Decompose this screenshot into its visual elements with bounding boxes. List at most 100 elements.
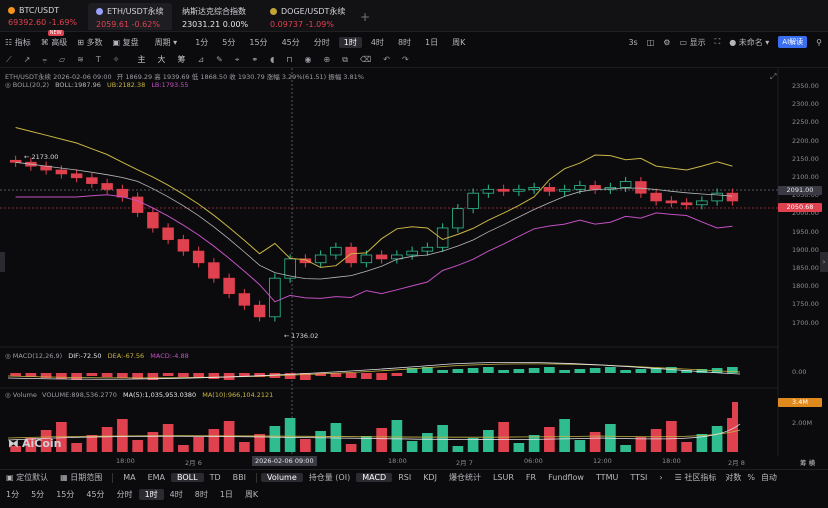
ai-button[interactable]: AI解读: [778, 36, 808, 48]
tab-btc[interactable]: BTC/USDT 69392.60 -1.69%: [0, 3, 85, 30]
interval-1w[interactable]: 周K: [447, 37, 470, 48]
interval-45m[interactable]: 45分: [277, 37, 305, 48]
bottom-interval-4h[interactable]: 4时: [164, 489, 189, 500]
community-indicator-button[interactable]: ☰ 社区指标: [669, 472, 723, 483]
date-range-button[interactable]: ▦ 日期范围: [54, 472, 108, 483]
bottom-interval-1w[interactable]: 周K: [239, 489, 264, 500]
axis-settings[interactable]: 筹 横: [800, 457, 815, 467]
bottom-interval-15m[interactable]: 15分: [50, 489, 80, 500]
indicator-ema[interactable]: EMA: [142, 473, 171, 482]
text-tool-icon[interactable]: T: [90, 55, 107, 64]
bottom-interval-8h[interactable]: 8时: [189, 489, 214, 500]
macd-bar: [605, 367, 616, 373]
interval-8h[interactable]: 8时: [393, 37, 416, 48]
log-button[interactable]: 对数: [722, 472, 744, 483]
macd-bar: [528, 368, 540, 373]
camera-icon[interactable]: ◫: [647, 38, 655, 47]
sub-liquidation[interactable]: 爆仓统计: [443, 472, 487, 483]
aicoin-logo: ⧓ AiCoin: [8, 437, 62, 450]
bottom-interval-1h[interactable]: 1时: [138, 488, 164, 500]
big-tool[interactable]: 大: [151, 54, 171, 65]
sub-fr[interactable]: FR: [520, 473, 542, 482]
add-tab-button[interactable]: +: [360, 10, 370, 24]
auto-button[interactable]: 自动: [758, 472, 780, 483]
user-menu[interactable]: ● 未命名 ▾: [729, 37, 769, 48]
interval-1m[interactable]: 1分: [190, 37, 213, 48]
line-tool-icon[interactable]: ⟋: [0, 55, 18, 65]
tab-doge[interactable]: DOGE/USDT永续 0.09737 -1.09%: [262, 3, 353, 30]
main-tool[interactable]: 主: [131, 54, 151, 65]
macd-value: MACD:-4.88: [150, 352, 189, 360]
more-arrow-icon[interactable]: ›: [653, 473, 668, 482]
left-scroll-handle[interactable]: [0, 252, 5, 272]
sub-ttsi[interactable]: TTSI: [624, 473, 653, 482]
review-button[interactable]: ▣ 复盘: [108, 37, 144, 48]
magnet-icon[interactable]: ◖: [264, 55, 280, 64]
price-axis-label: 2350.00: [792, 82, 819, 90]
sub-volume[interactable]: Volume: [260, 473, 303, 482]
locate-default-button[interactable]: ▣ 定位默认: [0, 472, 54, 483]
sub-rsi[interactable]: RSI: [392, 473, 417, 482]
indicator-label: 指标: [14, 37, 31, 47]
tab-nasdaq[interactable]: 纳斯达克综合指数 23031.21 0.00%: [174, 3, 256, 30]
lock-icon[interactable]: ⊓: [280, 55, 298, 64]
pattern-tool-icon[interactable]: ✧: [107, 55, 126, 64]
bottom-interval-1d[interactable]: 1日: [214, 489, 239, 500]
fullscreen-icon[interactable]: ⛶: [715, 37, 721, 47]
collapse-icon[interactable]: ⤢: [770, 72, 776, 82]
copy-icon[interactable]: ⧉: [336, 55, 354, 65]
ray-tool-icon[interactable]: ↗: [18, 55, 37, 64]
sub-ttmu[interactable]: TTMU: [590, 473, 624, 482]
redo-icon[interactable]: ↷: [396, 55, 415, 64]
period-button[interactable]: 周期 ▾: [150, 37, 183, 48]
display-button[interactable]: ▭ 显示: [679, 37, 705, 48]
indicator-td[interactable]: TD: [204, 473, 227, 482]
indicator-bbi[interactable]: BBI: [227, 473, 252, 482]
interval-15m[interactable]: 15分: [244, 37, 272, 48]
channel-tool-icon[interactable]: ▱: [53, 55, 71, 64]
brush-icon[interactable]: ✎: [210, 55, 229, 64]
countdown-label[interactable]: 3s: [628, 38, 637, 47]
percent-button[interactable]: %: [744, 473, 758, 482]
link-icon[interactable]: ⚭: [245, 55, 264, 64]
settings-icon[interactable]: ⚙: [663, 38, 670, 47]
measure-icon[interactable]: ⊿: [191, 55, 210, 64]
hline-tool-icon[interactable]: ⩦: [36, 55, 53, 65]
ticker-change: 0.00%: [222, 20, 249, 29]
sub-lsur[interactable]: LSUR: [487, 473, 520, 482]
volume-visibility-icon[interactable]: ◎: [5, 391, 13, 399]
tab-eth[interactable]: ETH/USDT永续 2059.61 -0.62%: [88, 3, 172, 30]
undo-icon[interactable]: ↶: [377, 55, 396, 64]
bottom-interval-line[interactable]: 分时: [111, 489, 139, 500]
fib-tool-icon[interactable]: ≋: [71, 55, 90, 64]
target-icon[interactable]: ⊕: [318, 55, 337, 64]
indicator-ma[interactable]: MA: [117, 473, 141, 482]
interval-1d[interactable]: 1日: [420, 37, 443, 48]
interval-1h[interactable]: 1时: [338, 36, 362, 48]
interval-line[interactable]: 分时: [309, 37, 335, 48]
advanced-button[interactable]: NEW ⌘ 高级: [36, 29, 73, 48]
candlestick-chart[interactable]: [0, 0, 828, 456]
indicator-bar: ▣ 定位默认 ▦ 日期范围 MA EMA BOLL TD BBI Volume …: [0, 469, 828, 485]
macd-visibility-icon[interactable]: ◎: [5, 352, 13, 360]
chip-tool[interactable]: 筹: [171, 54, 191, 65]
indicator-boll[interactable]: BOLL: [171, 473, 204, 482]
bottom-interval-5m[interactable]: 5分: [25, 489, 50, 500]
sub-oi[interactable]: 持仓量 (OI): [303, 472, 356, 483]
volume-bar: [376, 428, 387, 452]
sub-kdj[interactable]: KDJ: [417, 473, 443, 482]
trash-icon[interactable]: ⌫: [354, 55, 377, 64]
sub-macd[interactable]: MACD: [356, 473, 393, 482]
bottom-interval-1m[interactable]: 1分: [0, 489, 25, 500]
interval-5m[interactable]: 5分: [217, 37, 240, 48]
indicator-button[interactable]: ☷ 指标: [0, 37, 36, 48]
boll-visibility-icon[interactable]: ◎: [5, 81, 13, 89]
sub-fundflow[interactable]: Fundflow: [542, 473, 590, 482]
more-icon[interactable]: ⚲: [816, 38, 822, 47]
multi-button[interactable]: ⊞ 多数: [72, 37, 107, 48]
pin-icon[interactable]: ⌖: [229, 55, 246, 65]
right-scroll-handle[interactable]: ›: [820, 252, 828, 272]
bottom-interval-45m[interactable]: 45分: [80, 489, 110, 500]
eye-icon[interactable]: ◉: [299, 55, 318, 64]
interval-4h[interactable]: 4时: [366, 37, 389, 48]
